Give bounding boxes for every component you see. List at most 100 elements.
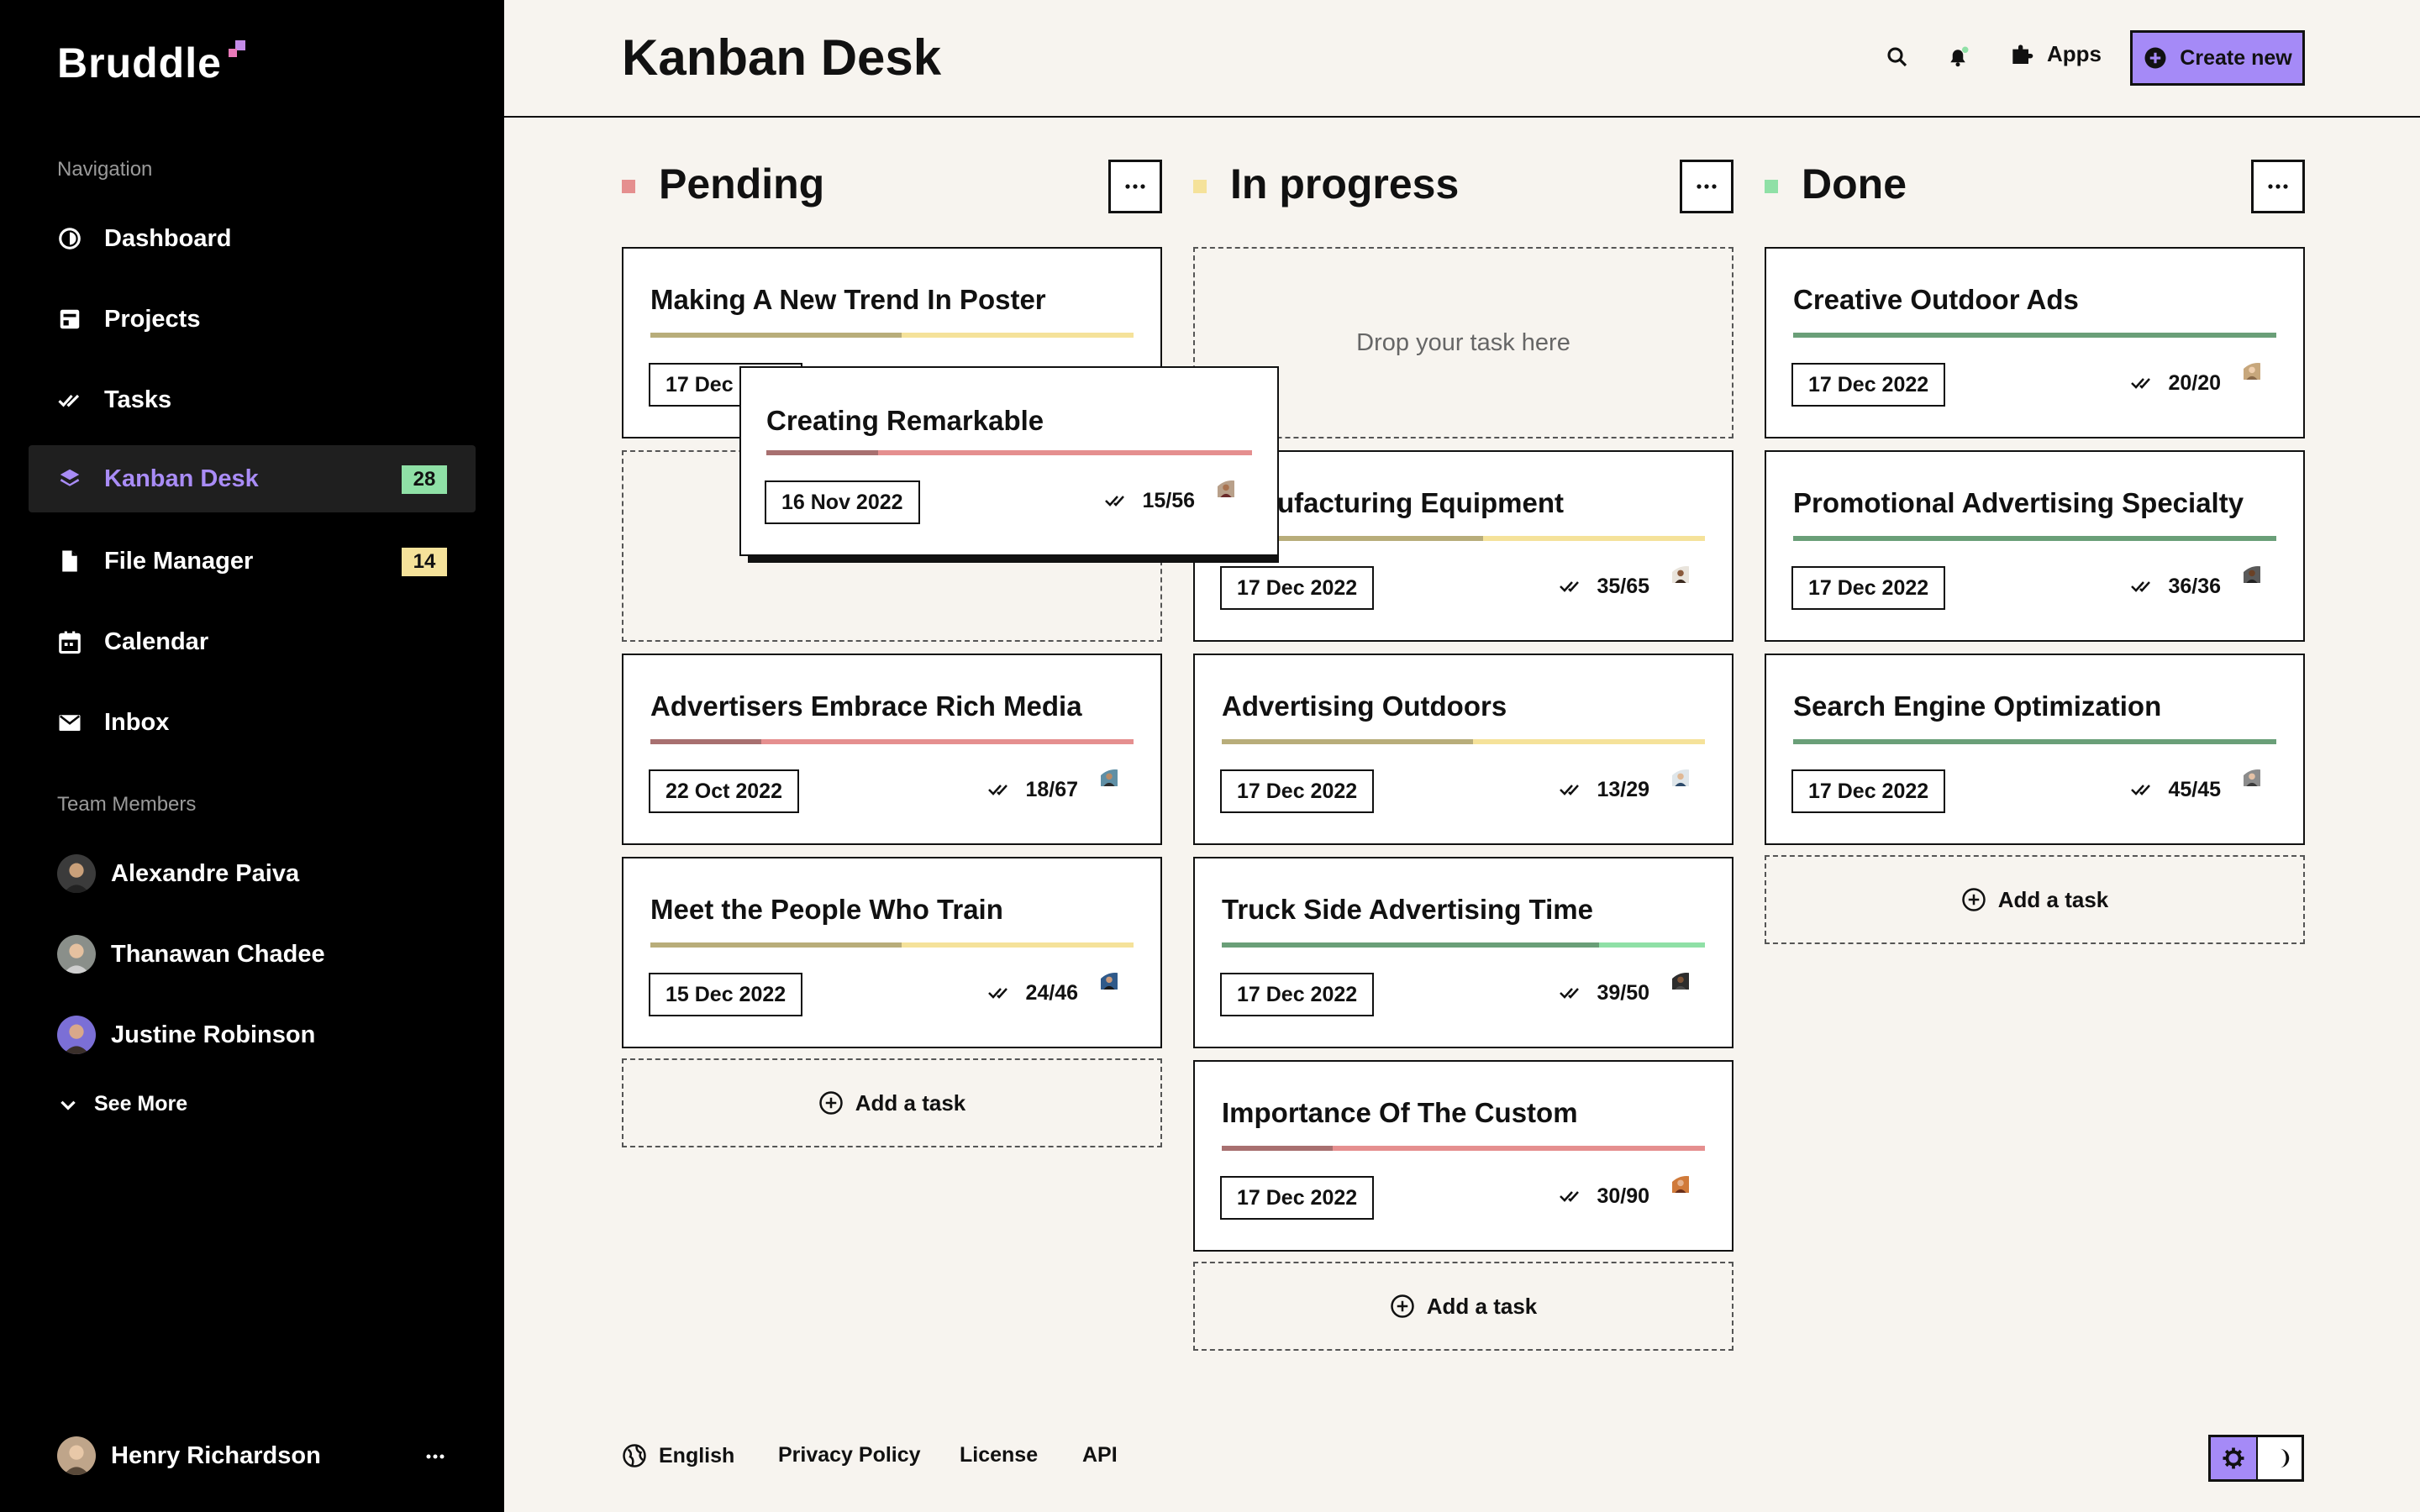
calendar-icon — [59, 631, 81, 654]
sidebar-item-label: Kanban Desk — [104, 465, 259, 492]
subtask-count: 30/90 — [1560, 1173, 1707, 1220]
sidebar-item-kanban-desk[interactable]: Kanban Desk 28 — [29, 445, 476, 512]
more-icon — [2268, 184, 2288, 189]
dragging-task-card[interactable]: Creating Remarkable 16 Nov 2022 15/56 — [739, 366, 1279, 556]
card-title: Search Engine Optimization — [1793, 690, 2162, 722]
avatar — [57, 854, 96, 893]
page-title: Kanban Desk — [622, 29, 942, 86]
tasks-icon — [58, 394, 80, 407]
progress-bar — [1222, 1146, 1705, 1151]
sidebar-item-file-manager[interactable]: File Manager 14 — [29, 528, 476, 595]
add-task-button[interactable]: Add a task — [1193, 1262, 1733, 1351]
sidebar-item-projects[interactable]: Projects — [29, 286, 476, 353]
user-name: Henry Richardson — [111, 1441, 321, 1469]
sidebar-item-dashboard[interactable]: Dashboard — [29, 205, 476, 272]
task-card[interactable]: Advertisers Embrace Rich Media 22 Oct 20… — [622, 654, 1162, 845]
drop-zone-label: Drop your task here — [1356, 328, 1570, 356]
avatar — [1666, 1176, 1707, 1216]
bell-icon[interactable] — [1943, 42, 1973, 72]
language-selector[interactable]: English — [622, 1443, 734, 1468]
due-date-badge: 17 Dec 2022 — [1220, 1176, 1375, 1220]
subtask-count-text: 18/67 — [1025, 777, 1078, 801]
column-header-in-progress: In progress — [1193, 156, 1733, 213]
current-user[interactable]: Henry Richardson — [57, 1436, 321, 1475]
double-check-icon — [1560, 1191, 1580, 1202]
card-title: Making A New Trend In Poster — [650, 284, 1046, 315]
team-member-justine-robinson[interactable]: Justine Robinson — [57, 1015, 315, 1055]
due-date-badge: 15 Dec 2022 — [649, 973, 803, 1016]
due-date-badge: 17 Dec 2022 — [1220, 566, 1375, 610]
subtask-count-text: 15/56 — [1142, 488, 1195, 512]
task-card[interactable]: Creative Outdoor Ads 17 Dec 2022 20/20 — [1765, 247, 2305, 438]
progress-bar — [1222, 536, 1705, 541]
subtask-count: 39/50 — [1560, 969, 1707, 1016]
add-task-button[interactable]: Add a task — [622, 1058, 1162, 1147]
status-dot — [1765, 180, 1778, 193]
subtask-count: 18/67 — [988, 766, 1135, 813]
double-check-icon — [1560, 785, 1580, 795]
status-dot — [622, 180, 635, 193]
license-link[interactable]: License — [960, 1443, 1038, 1467]
avatar — [1095, 973, 1135, 1013]
apps-button[interactable]: Apps — [2008, 40, 2102, 67]
language-label: English — [659, 1443, 735, 1467]
status-dot — [1193, 180, 1207, 193]
globe-icon — [623, 1444, 646, 1467]
subtask-count-text: 24/46 — [1025, 980, 1078, 1005]
moon-icon — [2280, 1448, 2290, 1468]
avatar — [1666, 973, 1707, 1013]
api-link[interactable]: API — [1082, 1443, 1118, 1467]
task-card[interactable]: Meet the People Who Train 15 Dec 2022 24… — [622, 857, 1162, 1048]
add-task-button[interactable]: Add a task — [1765, 855, 2305, 944]
task-card[interactable]: Search Engine Optimization 17 Dec 2022 4… — [1765, 654, 2305, 845]
double-check-icon — [2131, 581, 2151, 592]
see-more-button[interactable]: See More — [57, 1092, 187, 1116]
inbox-icon — [59, 715, 81, 731]
sidebar-item-label: Tasks — [104, 386, 172, 413]
column-menu-button[interactable] — [1108, 160, 1162, 213]
theme-toggle[interactable] — [2208, 1435, 2304, 1482]
sidebar-item-tasks[interactable]: Tasks — [29, 366, 476, 433]
sidebar-item-inbox[interactable]: Inbox — [29, 689, 476, 756]
double-check-icon — [988, 988, 1008, 999]
team-member-name: Thanawan Chadee — [111, 940, 325, 968]
file-icon — [62, 550, 77, 572]
task-card[interactable]: Advertising Outdoors 17 Dec 2022 13/29 — [1193, 654, 1733, 845]
privacy-policy-link[interactable]: Privacy Policy — [778, 1443, 921, 1467]
task-card[interactable]: Truck Side Advertising Time 17 Dec 2022 … — [1193, 857, 1733, 1048]
subtask-count: 13/29 — [1560, 766, 1707, 813]
puzzle-icon — [2012, 45, 2033, 64]
card-title: Promotional Advertising Specialty — [1793, 487, 2244, 518]
sidebar-item-calendar[interactable]: Calendar — [29, 608, 476, 675]
card-title: Advertisers Embrace Rich Media — [650, 690, 1082, 722]
more-icon[interactable] — [420, 1441, 450, 1472]
add-task-label: Add a task — [855, 1089, 966, 1116]
subtask-count: 36/36 — [2131, 563, 2278, 610]
column-menu-button[interactable] — [1680, 160, 1733, 213]
kanban-icon — [60, 469, 80, 486]
team-member-thanawan-chadee[interactable]: Thanawan Chadee — [57, 934, 325, 974]
task-card[interactable]: Importance Of The Custom 17 Dec 2022 30/… — [1193, 1060, 1733, 1252]
card-title: Truck Side Advertising Time — [1222, 894, 1593, 925]
dark-mode-button[interactable] — [2258, 1437, 2302, 1479]
create-new-button[interactable]: Create new — [2130, 30, 2305, 86]
plus-circle-icon — [1391, 1294, 1414, 1318]
team-member-alexandre-paiva[interactable]: Alexandre Paiva — [57, 853, 299, 894]
subtask-count-text: 35/65 — [1597, 574, 1649, 598]
app-logo[interactable]: Bruddle — [57, 39, 222, 87]
light-mode-button[interactable] — [2211, 1437, 2258, 1479]
progress-bar — [1793, 739, 2276, 744]
team-member-name: Alexandre Paiva — [111, 859, 300, 887]
search-icon[interactable] — [1882, 42, 1912, 72]
avatar — [1666, 566, 1707, 606]
see-more-label: See More — [94, 1092, 188, 1116]
progress-bar — [766, 450, 1252, 455]
subtask-count: 24/46 — [988, 969, 1135, 1016]
column-menu-button[interactable] — [2251, 160, 2305, 213]
task-card[interactable]: Promotional Advertising Specialty 17 Dec… — [1765, 450, 2305, 642]
more-icon — [1697, 184, 1717, 189]
add-task-label: Add a task — [1426, 1293, 1538, 1319]
top-header: Kanban Desk Apps Create new — [504, 0, 2420, 118]
plus-circle-icon — [1962, 888, 1986, 911]
column-header-pending: Pending — [622, 156, 1162, 213]
